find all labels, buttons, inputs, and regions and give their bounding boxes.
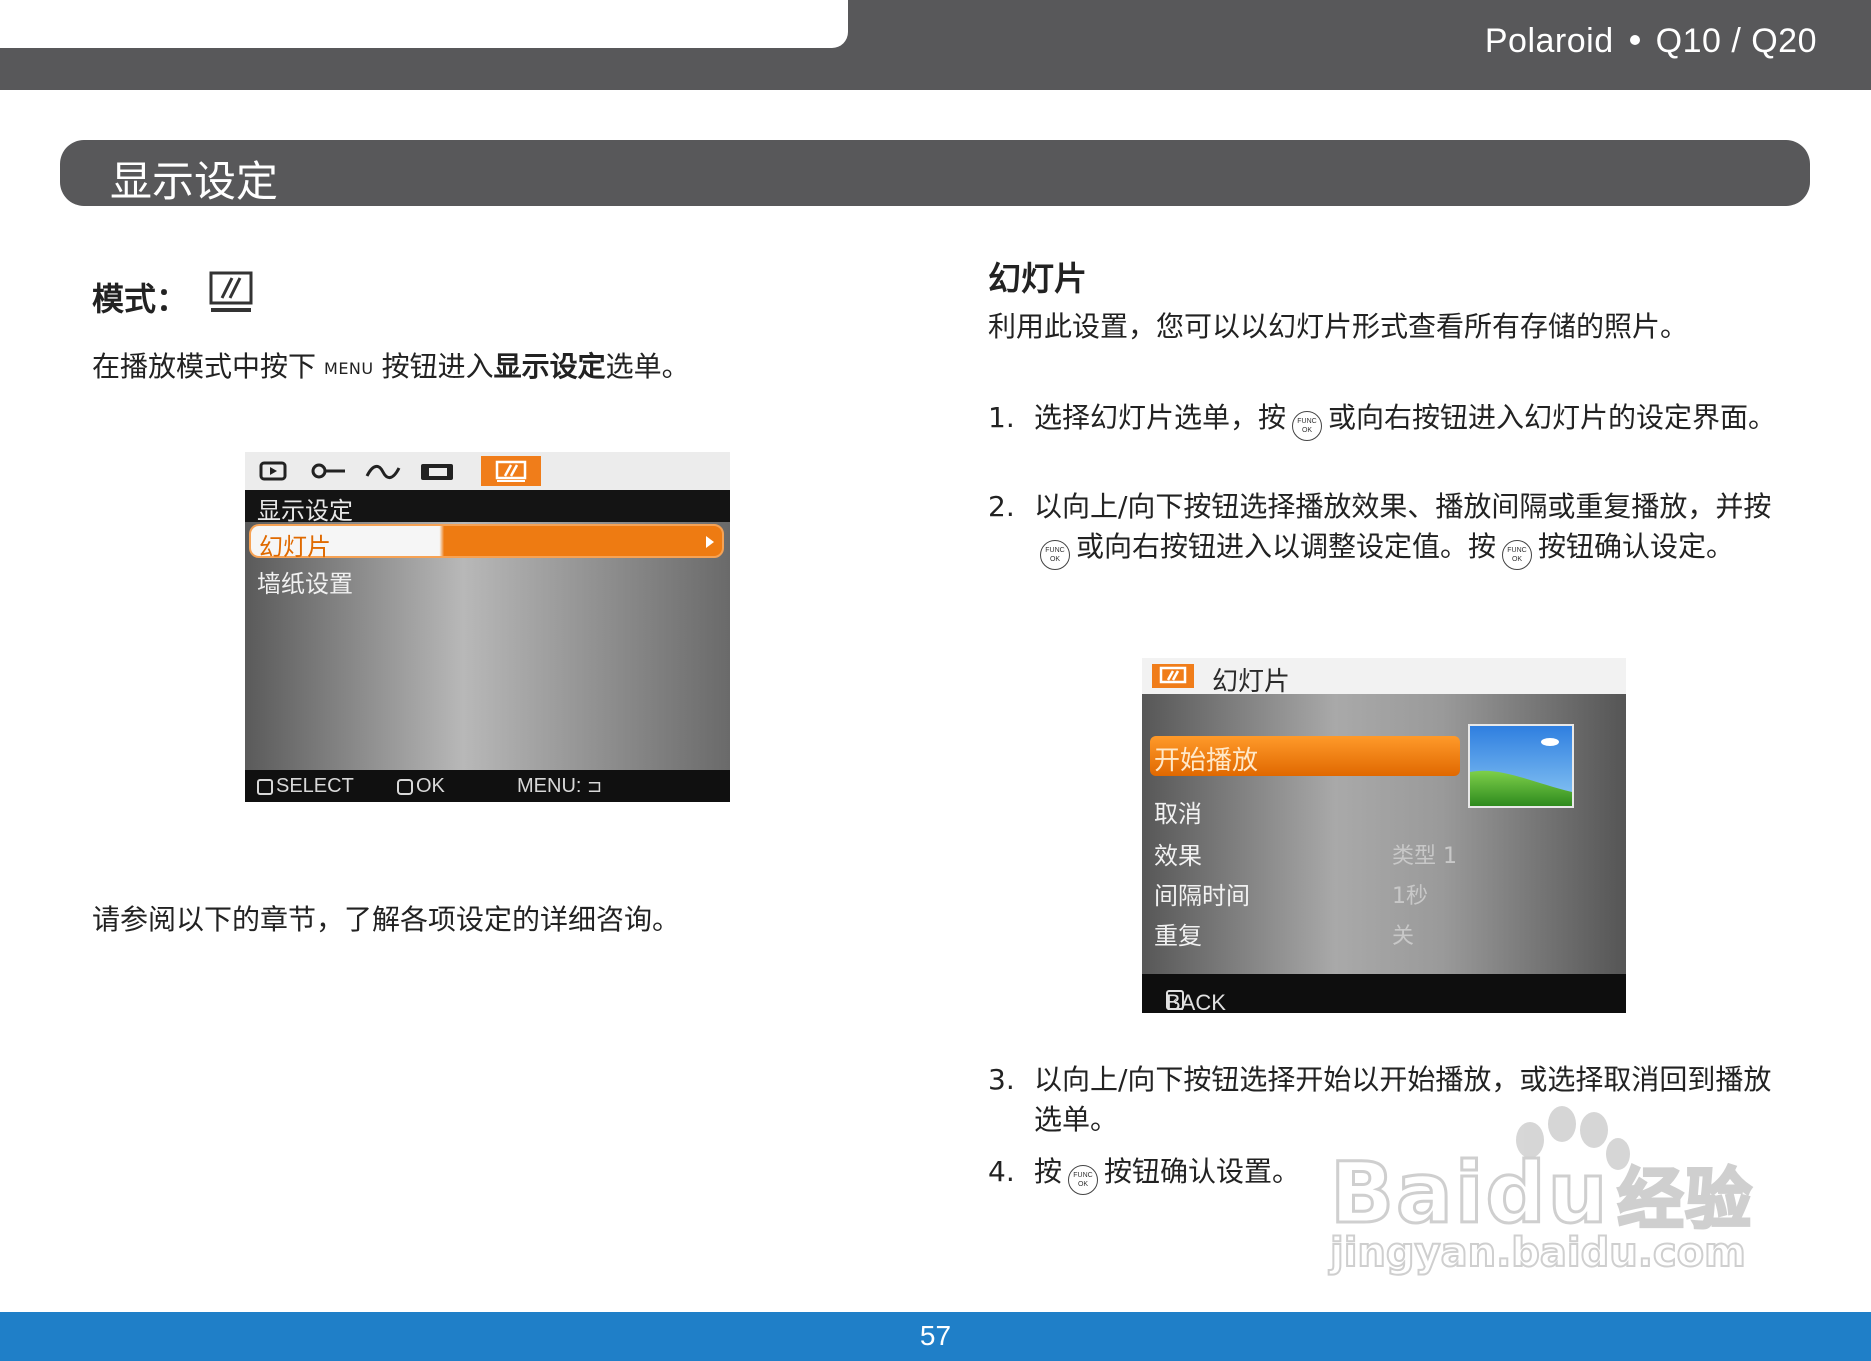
step-text-b: 按钮确认设置。	[1104, 1155, 1301, 1188]
brand-model: Polaroid Q10 / Q20	[1485, 22, 1817, 61]
screen-footer: SELECT OK MENU: ⊐	[245, 770, 730, 802]
select-label: SELECT	[276, 775, 354, 797]
reference-note: 请参阅以下的章节，了解各项设定的详细咨询。	[92, 903, 681, 936]
display-setting-icon	[209, 271, 253, 312]
instruction-pre: 在播放模式中按下	[92, 350, 317, 383]
screen-header: 幻灯片	[1142, 658, 1626, 697]
screen-menu-title: 显示设定	[245, 490, 730, 525]
instruction-text: 在播放模式中按下 MENU 按钮进入显示设定选单。	[92, 345, 690, 385]
display-setting-icon	[481, 456, 541, 486]
step-text: 选择幻灯片选单，按 FUNC OK 或向右按钮进入幻灯片的设定界面。	[1034, 398, 1784, 441]
instruction-post: 选单。	[605, 350, 690, 383]
start-slideshow-label: 开始播放	[1154, 746, 1259, 776]
step-number: 1.	[988, 401, 1015, 434]
watermark-url: jingyan.baidu.com	[1329, 1229, 1747, 1277]
step-text-b: 或向右按钮进入幻灯片的设定界面。	[1328, 401, 1777, 434]
step-number: 3.	[988, 1063, 1015, 1096]
menu-item-label: 幻灯片	[259, 533, 331, 561]
select-hint: SELECT	[257, 775, 354, 798]
screen-title: 幻灯片	[1212, 667, 1291, 697]
landscape-image	[1470, 726, 1572, 806]
ok-label: OK	[416, 775, 445, 797]
func-ok-button-icon: FUNC OK	[1040, 540, 1070, 570]
return-icon: ⊐	[587, 776, 603, 796]
play-icon	[259, 461, 287, 481]
screen-footer: ‹ BACK	[1142, 974, 1626, 1013]
dpad-icon	[257, 779, 273, 795]
instruction-mid: 按钮进入	[381, 350, 494, 383]
step-text-a: 按	[1034, 1155, 1063, 1188]
camera-screen-slideshow: 幻灯片 开始播放 取消 效果 类型 1 间隔时间 1秒 重复 关 ‹ BACK	[1142, 658, 1626, 1013]
step-text: 以向上/向下按钮选择播放效果、播放间隔或重复播放，并按 FUNC OK 或向右按钮进入…	[1034, 487, 1774, 570]
slideshow-heading: 幻灯片	[988, 259, 1087, 298]
display-setting-icon	[1152, 664, 1194, 688]
setting-value-interval: 1秒	[1392, 884, 1428, 909]
instruction-bold: 显示设定	[493, 350, 606, 383]
ok-button-icon	[397, 779, 413, 795]
brand-name: Polaroid	[1484, 22, 1614, 60]
menu-item-wallpaper[interactable]: 墙纸设置	[257, 564, 353, 599]
step-text-b: 或向右按钮进入以调整设定值。按	[1076, 530, 1497, 563]
section-header: 显示设定	[60, 140, 1810, 206]
step-text-a: 选择幻灯片选单，按	[1034, 401, 1287, 434]
menu-key-label: MENU	[324, 359, 374, 378]
wrench-icon	[311, 463, 345, 479]
section-title: 显示设定	[110, 157, 279, 206]
step-number: 4.	[988, 1155, 1015, 1188]
printer-icon	[421, 464, 453, 480]
mode-heading: 模式：	[92, 280, 189, 318]
setting-value-repeat: 关	[1392, 924, 1415, 949]
setting-value-effect: 类型 1	[1392, 844, 1457, 869]
arrow-right-icon	[706, 536, 714, 548]
setting-label-repeat[interactable]: 重复	[1154, 916, 1202, 951]
setting-label-effect[interactable]: 效果	[1154, 836, 1202, 871]
menu-hint: MENU: ⊐	[517, 775, 602, 798]
ok-hint: OK	[397, 775, 445, 798]
screen-menu-title-text: 显示设定	[257, 497, 353, 525]
cancel-option[interactable]: 取消	[1154, 794, 1202, 829]
func-ok-button-icon: FUNC OK	[1502, 540, 1533, 570]
wave-icon	[365, 465, 401, 479]
menu-item-slideshow-selected[interactable]: 幻灯片	[249, 524, 724, 561]
page-number: 57	[919, 1320, 952, 1351]
baidu-watermark: Baidu 经验 jingyan.baidu.com	[1328, 1090, 1770, 1290]
step-text-a: 以向上/向下按钮选择播放效果、播放间隔或重复播放，并按	[1034, 490, 1772, 523]
menu-tab-strip	[245, 452, 730, 490]
preview-thumbnail	[1468, 724, 1574, 808]
func-ok-button-icon: FUNC OK	[1292, 411, 1323, 441]
setting-label-interval[interactable]: 间隔时间	[1154, 876, 1250, 911]
header-white-cutout	[0, 0, 848, 48]
menu-label: MENU:	[517, 775, 582, 797]
camera-screen-display-menu: 显示设定 幻灯片 墙纸设置 SELECT OK MENU: ⊐	[245, 452, 730, 802]
func-ok-button-icon: FUNC OK	[1068, 1165, 1099, 1195]
start-slideshow-option[interactable]: 开始播放	[1150, 736, 1460, 776]
back-label: BACK	[1166, 990, 1226, 1013]
step-text-c: 按钮确认设定。	[1538, 530, 1735, 563]
watermark-brand: Baidu 经验	[1328, 1143, 1754, 1244]
top-header-bar: Polaroid Q10 / Q20	[0, 0, 1871, 90]
step-number: 2.	[988, 490, 1015, 523]
model-name: Q10 / Q20	[1655, 22, 1817, 60]
slideshow-intro: 利用此设置，您可以以幻灯片形式查看所有存储的照片。	[988, 310, 1689, 343]
page-footer: 57	[0, 1312, 1871, 1361]
bullet-icon	[1629, 35, 1640, 46]
